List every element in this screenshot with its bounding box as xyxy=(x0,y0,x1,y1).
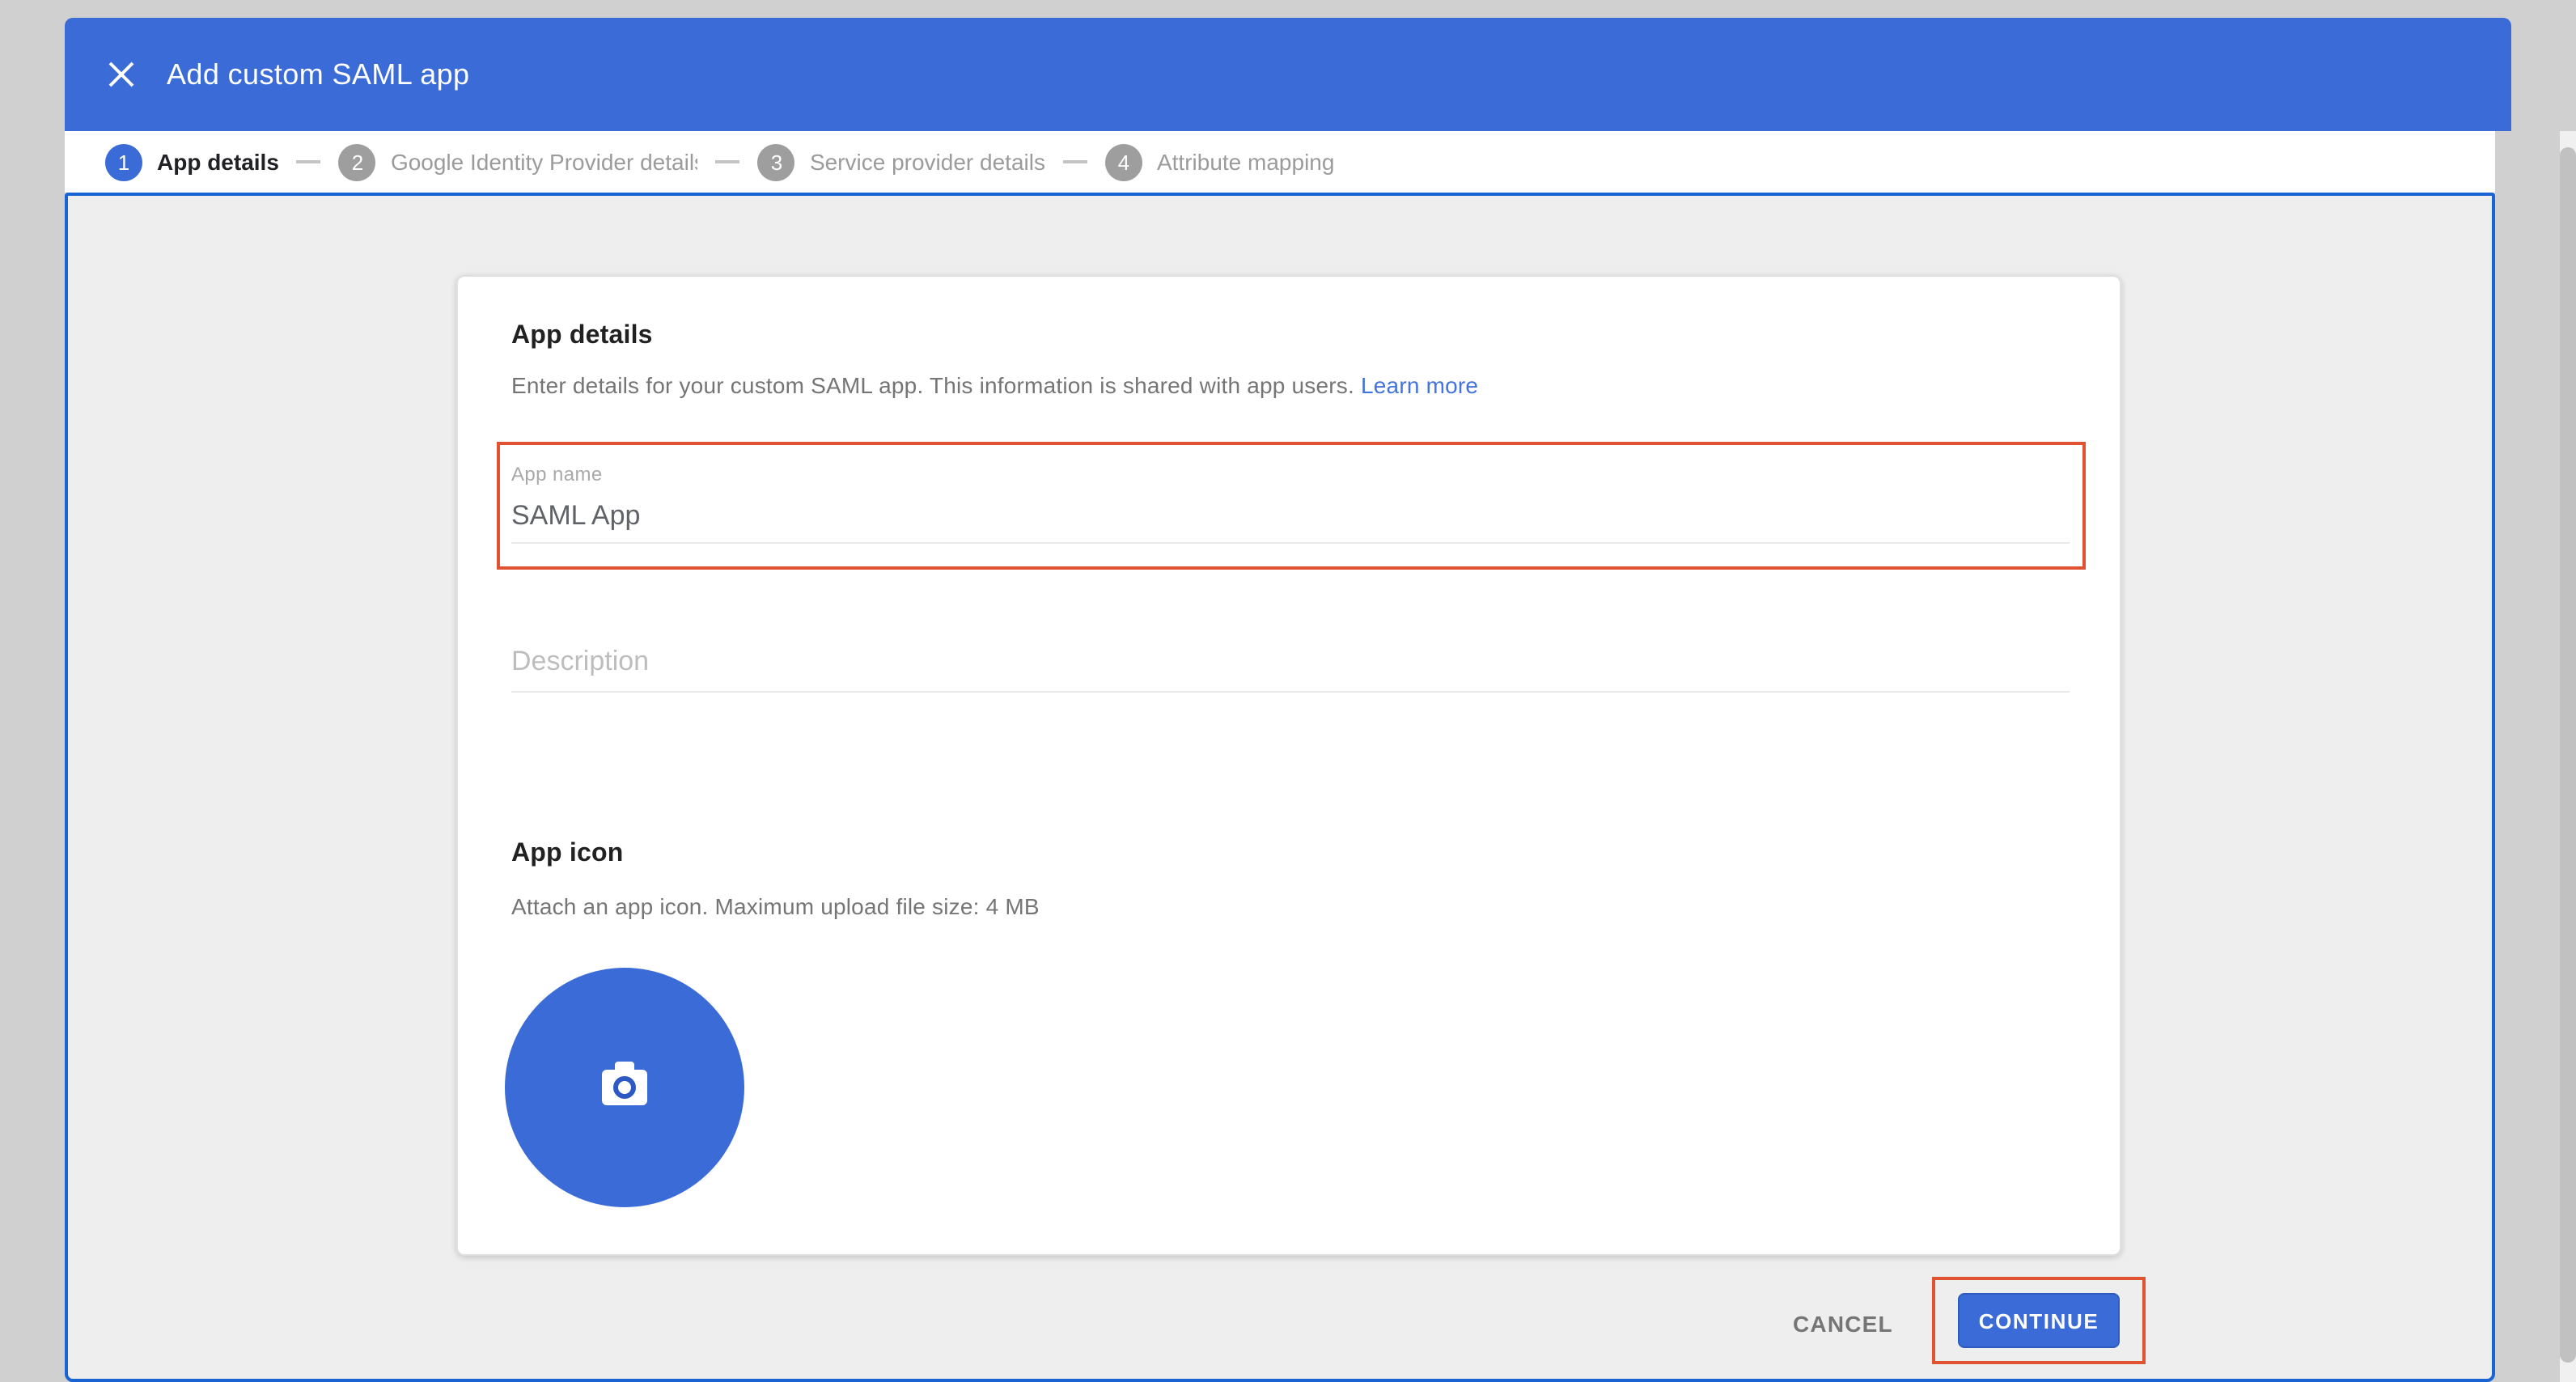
learn-more-link[interactable]: Learn more xyxy=(1361,372,1478,398)
continue-button[interactable]: CONTINUE xyxy=(1958,1293,2120,1348)
add-custom-saml-app-dialog: Add custom SAML app 1 App details 2 Goog… xyxy=(65,18,2511,1364)
scrollbar-thumb[interactable] xyxy=(2560,147,2576,1363)
app-icon-upload-button[interactable] xyxy=(505,968,744,1207)
step-4-label: Attribute mapping xyxy=(1157,149,1334,175)
step-2-label: Google Identity Provider details xyxy=(391,149,698,175)
step-4-circle: 4 xyxy=(1105,143,1142,180)
step-connector xyxy=(1063,160,1087,163)
section-title-app-icon: App icon xyxy=(511,840,624,869)
dialog-header: Add custom SAML app xyxy=(65,18,2511,131)
step-connector xyxy=(716,160,740,163)
app-details-card: App details Enter details for your custo… xyxy=(456,275,2121,1256)
dialog-title: Add custom SAML app xyxy=(167,18,469,131)
section-description: Enter details for your custom SAML app. … xyxy=(511,372,1478,398)
step-attribute-mapping[interactable]: 4 Attribute mapping xyxy=(1105,143,1334,180)
step-1-circle: 1 xyxy=(105,143,142,180)
step-connector xyxy=(297,160,321,163)
continue-highlight-box: CONTINUE xyxy=(1932,1277,2146,1364)
stepper: 1 App details 2 Google Identity Provider… xyxy=(65,131,2495,193)
screen: Add custom SAML app 1 App details 2 Goog… xyxy=(0,0,2576,1382)
step-1-label: App details xyxy=(157,149,279,175)
cancel-button[interactable]: CANCEL xyxy=(1780,1296,1906,1351)
camera-icon xyxy=(602,1070,647,1105)
step-google-idp-details[interactable]: 2 Google Identity Provider details xyxy=(339,143,698,180)
step-3-label: Service provider details xyxy=(810,149,1045,175)
app-name-highlight-box: App name xyxy=(497,442,2086,570)
close-icon[interactable] xyxy=(104,57,139,92)
section-title-app-details: App details xyxy=(511,322,653,351)
section-description-text: Enter details for your custom SAML app. … xyxy=(511,372,1354,398)
app-icon-description: Attach an app icon. Maximum upload file … xyxy=(511,893,1040,919)
step-2-circle: 2 xyxy=(339,143,376,180)
dialog-content: App details Enter details for your custo… xyxy=(65,193,2495,1382)
app-name-label: App name xyxy=(511,463,2082,485)
description-input[interactable] xyxy=(511,646,2070,693)
description-field xyxy=(511,646,2070,693)
close-x-glyph xyxy=(107,60,136,89)
step-service-provider-details[interactable]: 3 Service provider details xyxy=(758,143,1045,180)
step-app-details[interactable]: 1 App details xyxy=(105,143,279,180)
step-3-circle: 3 xyxy=(758,143,795,180)
scrollbar-track[interactable] xyxy=(2560,131,2576,1382)
app-name-input[interactable] xyxy=(511,500,2070,544)
